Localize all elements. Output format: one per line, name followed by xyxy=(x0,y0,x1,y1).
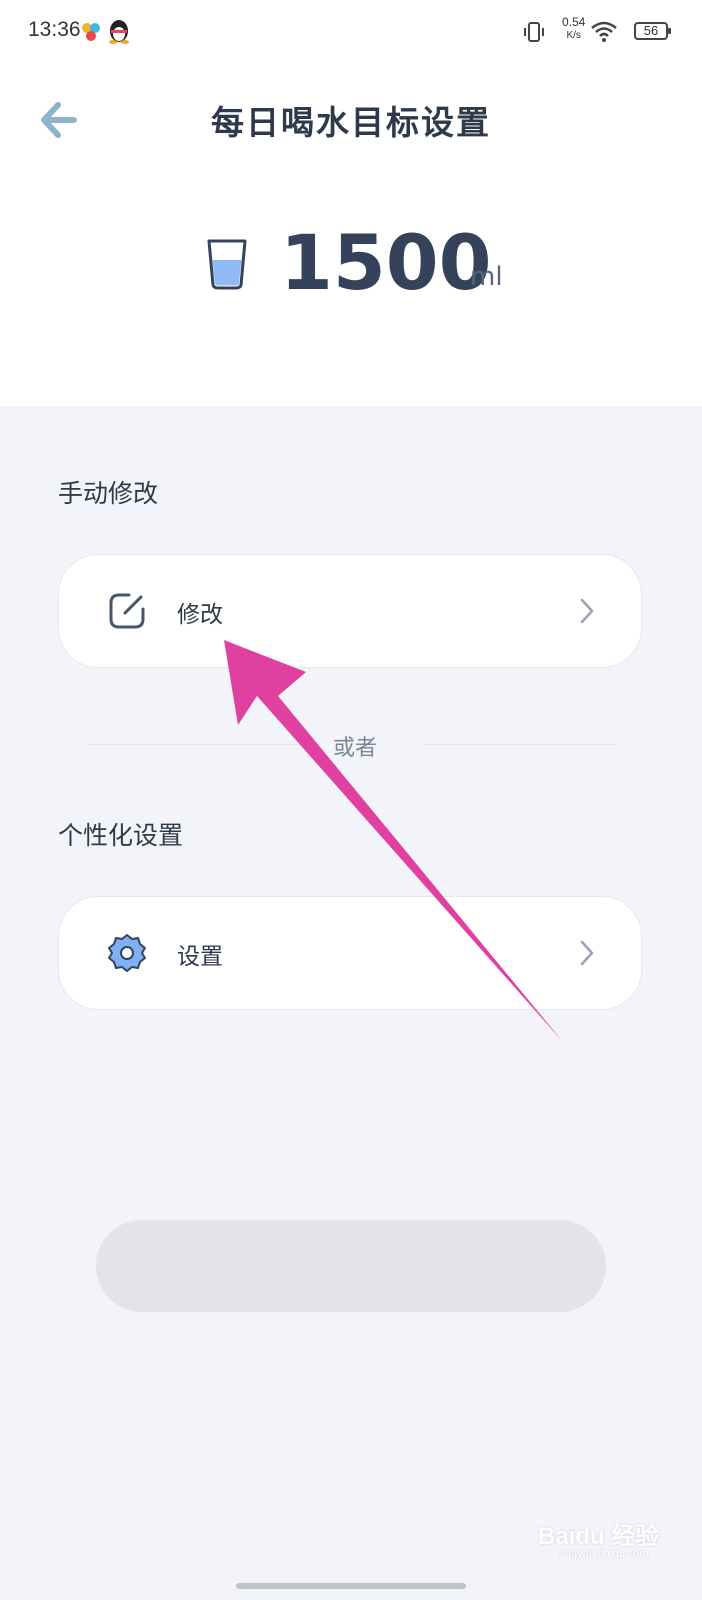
manual-section-label: 手动修改 xyxy=(58,479,159,508)
chevron-right-icon xyxy=(580,940,594,966)
modify-card[interactable]: 修改 xyxy=(58,554,642,668)
page-title: 每日喝水目标设置 xyxy=(211,103,491,142)
edit-icon xyxy=(109,593,145,629)
gear-icon xyxy=(108,934,146,972)
water-cup-icon xyxy=(207,239,247,290)
watermark-logo: Baidu 经验 xyxy=(538,1523,660,1550)
personal-section-label: 个性化设置 xyxy=(58,821,184,850)
battery-indicator: 56 xyxy=(634,22,671,40)
vibrate-icon xyxy=(524,22,544,42)
net-speed-unit: K/s xyxy=(566,30,581,41)
qq-penguin-icon xyxy=(109,20,129,44)
status-time: 13:36 xyxy=(28,18,81,41)
wifi-icon xyxy=(591,21,617,42)
divider-or-text: 或者 xyxy=(332,736,377,761)
network-speed: 0.54 K/s xyxy=(562,16,585,42)
watermark-url: jingyan.baidu.com xyxy=(560,1548,649,1560)
settings-card[interactable]: 设置 xyxy=(58,896,642,1010)
confirm-button-disabled[interactable] xyxy=(96,1220,606,1312)
chevron-right-icon xyxy=(580,598,594,624)
divider-left xyxy=(88,744,310,745)
settings-label: 设置 xyxy=(177,944,223,970)
goal-amount: 1500 xyxy=(280,218,492,307)
divider-right xyxy=(422,744,614,745)
status-bar: 13:36 0.54 K/s 56 xyxy=(0,0,702,64)
modify-label: 修改 xyxy=(177,602,223,628)
goal-display: 1500 ml xyxy=(0,218,702,318)
app-notification-icon xyxy=(82,23,100,41)
home-indicator[interactable] xyxy=(236,1583,466,1589)
net-speed-value: 0.54 xyxy=(562,15,586,29)
goal-unit: ml xyxy=(470,262,503,292)
